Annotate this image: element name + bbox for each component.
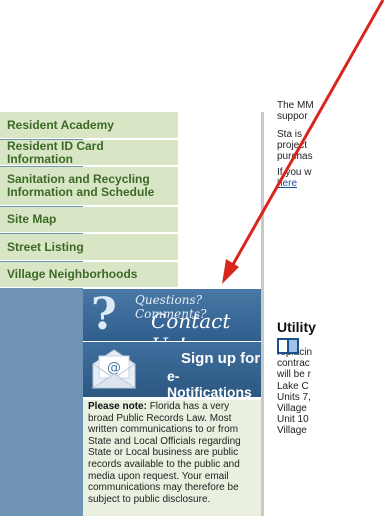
section-heading: Utility <box>277 319 316 335</box>
sidebar-item-label: Village Neighborhoods <box>7 267 138 281</box>
content-paragraph: If you w here <box>277 167 327 189</box>
enotify-banner-line2: e-Notifications <box>167 368 252 400</box>
sidebar-item-label: Resident ID Card Information <box>7 138 104 166</box>
public-records-notice: Please note: Florida has a very broad Pu… <box>83 400 261 516</box>
content-paragraph: The MM suppor <box>277 100 314 122</box>
content-paragraph: Lake C Units 7, Village Unit 10 Village <box>277 381 311 436</box>
envelope-icon: @ <box>91 349 137 389</box>
enotify-banner-line1: Sign up for <box>181 350 261 367</box>
content-paragraph: Sta is project purchas <box>277 129 313 162</box>
sidebar-item-village-neighborhoods[interactable]: Village Neighborhoods <box>0 262 178 288</box>
sidebar-item-sanitation-recycling[interactable]: Sanitation and Recycling Information and… <box>0 167 178 206</box>
enotifications-signup-banner[interactable]: @ Sign up for e-Notifications <box>83 342 261 400</box>
notice-text: Florida has a very broad Public Records … <box>88 401 241 505</box>
notice-label: Please note: <box>88 401 147 412</box>
sidebar-item-street-listing[interactable]: Street Listing <box>0 234 178 261</box>
sidebar-item-site-map[interactable]: Site Map <box>0 207 178 233</box>
sidebar-item-label: Site Map <box>7 212 57 226</box>
sidebar-item-label: Street Listing <box>7 239 84 254</box>
question-mark-icon: ? <box>91 289 117 340</box>
sidebar-item-label: Resident Academy <box>7 117 114 132</box>
sidebar-item-resident-academy[interactable]: Resident Academy <box>0 112 178 139</box>
content-text: If you w <box>277 167 312 178</box>
column-divider <box>261 112 264 516</box>
sidebar-item-label: Sanitation and Recycling Information and… <box>7 172 155 199</box>
here-link[interactable]: here <box>277 178 297 189</box>
utility-logo-icon <box>277 338 299 354</box>
contact-us-banner[interactable]: ? Questions? Comments? Contact Us! <box>83 289 261 357</box>
sidebar-item-resident-id-card[interactable]: Resident ID Card Information <box>0 138 178 166</box>
